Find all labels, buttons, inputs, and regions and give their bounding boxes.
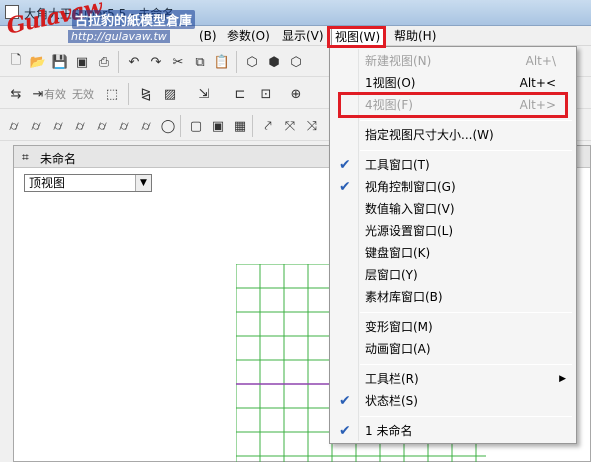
panel-icon[interactable]: ⊏: [230, 84, 250, 104]
menu-bar: (B) 参数(O) 显示(V) 视图(W) 帮助(H): [0, 26, 591, 46]
pattern-icon[interactable]: ▨: [160, 84, 180, 104]
app-icon: [5, 5, 19, 19]
document-title: 未命名: [40, 152, 77, 166]
axis-2-icon[interactable]: ⤧: [280, 116, 300, 136]
menu-separator: [360, 312, 572, 313]
menu-item-label: 工具窗口(T): [365, 158, 430, 172]
cylinder-6-icon[interactable]: ⌭: [114, 116, 134, 136]
menu-item-label: 1视图(O): [365, 76, 416, 90]
extrude-icon[interactable]: ⇲: [194, 84, 214, 104]
image-2-icon[interactable]: ▦: [230, 116, 250, 136]
cylinder-5-icon[interactable]: ⌭: [92, 116, 112, 136]
print-icon[interactable]: ⎙: [94, 52, 114, 72]
menu-item-animation-window[interactable]: 动画窗口(A): [332, 338, 574, 360]
menu-separator: [360, 416, 572, 417]
axis-icon[interactable]: ⤤: [258, 116, 278, 136]
menu-display[interactable]: 显示(V): [279, 28, 327, 45]
view-select-value: 顶视图: [29, 176, 66, 190]
save-all-icon[interactable]: ▣: [72, 52, 92, 72]
menu-separator: [360, 150, 572, 151]
redo-icon[interactable]: ↷: [146, 52, 166, 72]
toolbar-separator: [236, 51, 237, 73]
image-icon[interactable]: ▣: [208, 116, 228, 136]
mirror-icon[interactable]: ⧎: [136, 84, 156, 104]
paste-icon[interactable]: 📋: [212, 52, 232, 72]
menu-item-numeric-input-window[interactable]: 数值输入窗口(V): [332, 198, 574, 220]
square-icon[interactable]: ▢: [186, 116, 206, 136]
save-icon[interactable]: 💾: [50, 52, 70, 72]
menu-item-label: 指定视图尺寸大小...(W): [365, 128, 494, 142]
menu-item-label: 素材库窗口(B): [365, 290, 443, 304]
invalid-button[interactable]: 无效: [72, 84, 94, 104]
shape-icon[interactable]: ⬚: [102, 84, 122, 104]
cylinder-3-icon[interactable]: ⌭: [48, 116, 68, 136]
menu-item-label: 光源设置窗口(L): [365, 224, 454, 238]
convert-icon[interactable]: ⇆: [6, 84, 26, 104]
open-folder-icon[interactable]: 📂: [28, 52, 48, 72]
cylinder-4-icon[interactable]: ⌭: [70, 116, 90, 136]
submenu-arrow-icon: ▶: [559, 374, 566, 384]
menu-item-view-control-window[interactable]: ✔ 视角控制窗口(G): [332, 176, 574, 198]
cut-icon[interactable]: ✂: [168, 52, 188, 72]
check-icon: ✔: [339, 393, 351, 409]
menu-help[interactable]: 帮助(H): [391, 28, 439, 45]
menu-view-highlight: [327, 26, 386, 48]
menu-item-label: 动画窗口(A): [365, 342, 431, 356]
cylinder-icon[interactable]: ⌭: [4, 116, 24, 136]
sphere-icon[interactable]: ⊕: [286, 84, 306, 104]
new-file-icon[interactable]: 🗋: [6, 52, 26, 72]
menu-item-label: 键盘窗口(K): [365, 246, 431, 260]
menu-item-label: 数值输入窗口(V): [365, 202, 455, 216]
view-select[interactable]: 顶视图 ▼: [24, 174, 152, 192]
toolbar-separator: [118, 51, 119, 73]
menu-item-shortcut: Alt+<: [519, 76, 556, 90]
menu-item-label: 工具栏(R): [365, 372, 419, 386]
window-title: 大角大王Super5.5 - 未命名: [24, 7, 175, 21]
menu-item-4-view-highlight: [338, 92, 568, 118]
cylinder-2-icon[interactable]: ⌭: [26, 116, 46, 136]
cube-view-icon[interactable]: ⬡: [242, 52, 262, 72]
menu-params[interactable]: 参数(O): [224, 28, 273, 45]
cube-wire-icon[interactable]: ⬡: [286, 52, 306, 72]
menu-item-view-size[interactable]: 指定视图尺寸大小...(W): [332, 124, 574, 146]
menu-item-toolbar[interactable]: 工具栏(R) ▶: [332, 368, 574, 390]
menu-item-label: 新建视图(N): [365, 54, 432, 68]
ring-icon[interactable]: ◯: [158, 116, 178, 136]
menu-item-shortcut: Alt+\: [525, 54, 556, 68]
check-icon: ✔: [339, 179, 351, 195]
cylinder-7-icon[interactable]: ⌭: [136, 116, 156, 136]
axis-3-icon[interactable]: ⤨: [302, 116, 322, 136]
document-icon: ⌗: [22, 150, 29, 164]
menu-item-label: 状态栏(S): [365, 394, 418, 408]
menu-item-new-view[interactable]: 新建视图(N) Alt+\: [332, 50, 574, 72]
title-bar: 大角大王Super5.5 - 未命名: [0, 0, 591, 26]
menu-item-label: 层窗口(Y): [365, 268, 418, 282]
cube-rotate-icon[interactable]: ⬢: [264, 52, 284, 72]
menu-item-status-bar[interactable]: ✔ 状态栏(S): [332, 390, 574, 412]
toolbar-separator: [128, 83, 129, 105]
menu-item-morph-window[interactable]: 变形窗口(M): [332, 316, 574, 338]
undo-icon[interactable]: ↶: [124, 52, 144, 72]
menu-item-label: 1 未命名: [365, 424, 413, 438]
menu-separator: [360, 120, 572, 121]
check-icon: ✔: [339, 423, 351, 439]
menu-item-tool-window[interactable]: ✔ 工具窗口(T): [332, 154, 574, 176]
toolbar-separator: [252, 115, 253, 137]
menu-item-1-view[interactable]: 1视图(O) Alt+<: [332, 72, 574, 94]
menu-item-material-window[interactable]: 素材库窗口(B): [332, 286, 574, 308]
chevron-down-icon[interactable]: ▼: [135, 175, 151, 191]
menu-item-label: 变形窗口(M): [365, 320, 433, 334]
menu-item-document-1[interactable]: ✔ 1 未命名: [332, 420, 574, 442]
menu-item-label: 视角控制窗口(G): [365, 180, 456, 194]
menu-item-light-window[interactable]: 光源设置窗口(L): [332, 220, 574, 242]
menu-item-keyboard-window[interactable]: 键盘窗口(K): [332, 242, 574, 264]
box-icon[interactable]: ⊡: [256, 84, 276, 104]
menu-separator: [360, 364, 572, 365]
menu-item-layer-window[interactable]: 层窗口(Y): [332, 264, 574, 286]
menu-tools[interactable]: (B): [196, 28, 220, 45]
copy-icon[interactable]: ⧉: [190, 52, 210, 72]
check-icon: ✔: [339, 157, 351, 173]
valid-button[interactable]: 有效: [44, 84, 66, 104]
toolbar-separator: [180, 115, 181, 137]
